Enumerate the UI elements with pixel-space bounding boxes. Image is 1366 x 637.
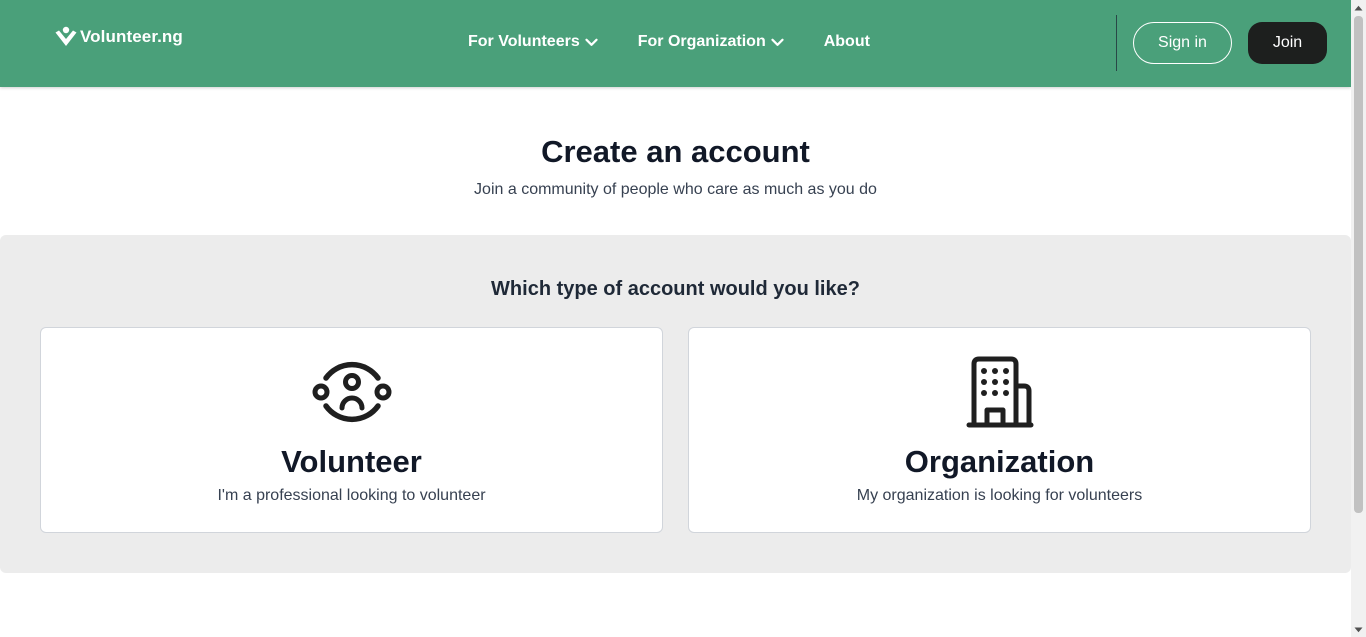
logo-link[interactable]: Volunteer.ng: [54, 26, 183, 48]
people-group-icon: [312, 361, 391, 423]
nav-about-label: About: [823, 33, 870, 50]
organization-card-description: My organization is looking for volunteer…: [856, 487, 1143, 504]
nav-for-organization[interactable]: For Organization: [638, 31, 784, 53]
scrollbar-thumb[interactable]: [1354, 16, 1363, 513]
logo-text: Volunteer.ng: [80, 27, 183, 46]
page: Volunteer.ng For Volunteers For Organiza…: [0, 0, 1351, 637]
chevron-down-icon: [585, 38, 598, 46]
heart-person-icon: [55, 26, 77, 46]
sign-in-button[interactable]: Sign in: [1133, 22, 1232, 64]
main-nav: For Volunteers For Organization About: [468, 31, 870, 53]
join-button[interactable]: Join: [1248, 22, 1327, 64]
nav-about[interactable]: About: [824, 31, 870, 53]
volunteer-card-title: Volunteer: [281, 444, 422, 479]
header-divider: [1116, 15, 1117, 71]
building-icon: [966, 356, 1033, 428]
volunteer-account-card[interactable]: Volunteer I'm a professional looking to …: [40, 327, 663, 533]
account-type-question: Which type of account would you like?: [491, 278, 860, 300]
nav-for-volunteers-label: For Volunteers: [468, 33, 580, 50]
scroll-down-arrow-icon[interactable]: [1351, 622, 1366, 637]
account-type-panel: Which type of account would you like? Vo…: [0, 235, 1351, 573]
top-navbar: Volunteer.ng For Volunteers For Organiza…: [0, 0, 1351, 87]
volunteer-card-description: I'm a professional looking to volunteer: [217, 487, 486, 504]
chevron-down-icon: [771, 38, 784, 46]
page-title: Create an account: [541, 134, 810, 169]
page-subtitle: Join a community of people who care as m…: [474, 181, 877, 198]
scroll-up-arrow-icon[interactable]: [1351, 0, 1366, 15]
vertical-scrollbar[interactable]: [1351, 0, 1366, 637]
organization-card-title: Organization: [904, 444, 1095, 479]
nav-for-organization-label: For Organization: [637, 33, 766, 50]
organization-account-card[interactable]: Organization My organization is looking …: [688, 327, 1311, 533]
nav-for-volunteers[interactable]: For Volunteers: [468, 31, 598, 53]
